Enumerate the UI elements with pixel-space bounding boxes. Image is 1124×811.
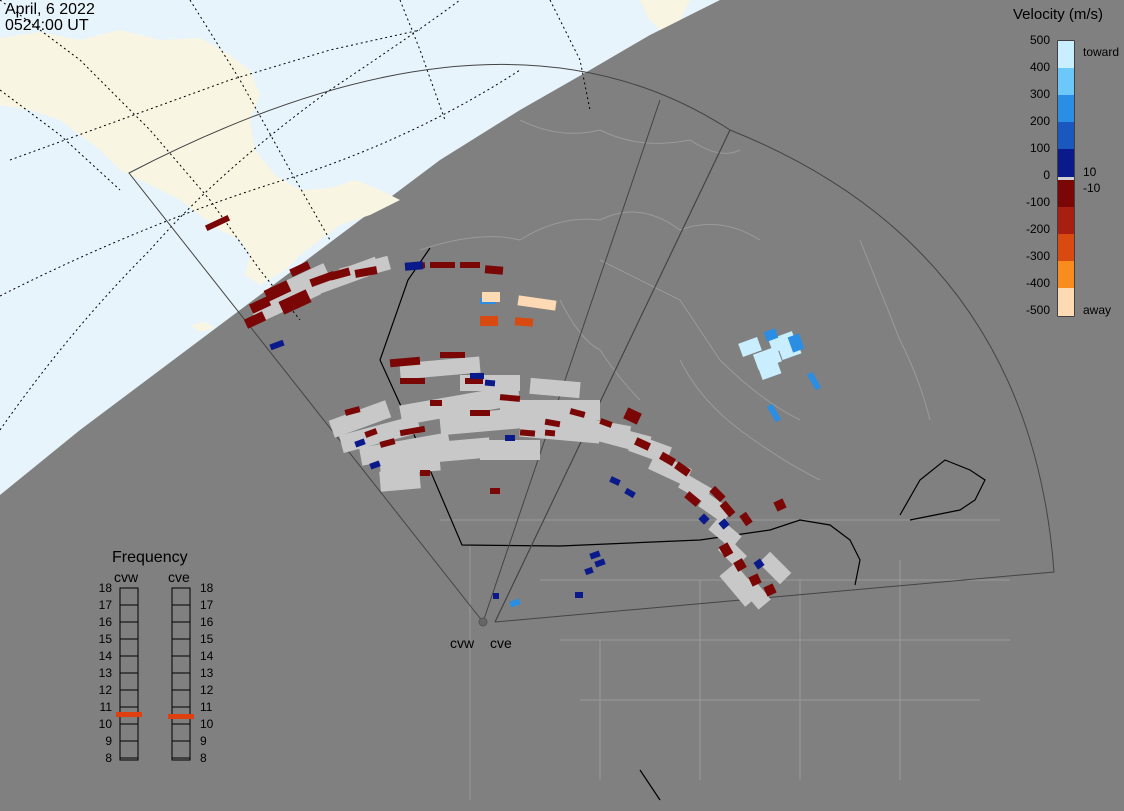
scatter-cell [420, 470, 430, 476]
scatter-cell [589, 550, 601, 560]
cve-frequency-marker [168, 714, 194, 719]
scatter-cell [430, 262, 455, 268]
frequency-tick: 15 [200, 632, 214, 646]
scatter-cell [400, 378, 425, 384]
scatter-cell [480, 440, 540, 460]
frequency-tick: 16 [98, 615, 112, 629]
frequency-tick: 13 [98, 666, 112, 680]
scatter-cell [404, 261, 424, 271]
scatter-cell [514, 317, 534, 327]
scatter-cell [480, 316, 498, 326]
velocity-tick: 200 [1029, 114, 1050, 128]
velocity-tick: 300 [1029, 87, 1050, 101]
scatter-cell [490, 488, 500, 494]
scatter-cell [806, 371, 822, 391]
scatter-cell [493, 593, 499, 599]
frequency-radar-cvw: cvw [114, 569, 139, 585]
velocity-tick: -200 [1025, 222, 1050, 236]
frequency-tick: 18 [98, 581, 112, 595]
velocity-tick: -100 [1025, 195, 1050, 209]
scatter-cell [623, 407, 642, 425]
scatter-cell [430, 400, 442, 406]
threshold-positive-label: 10 [1083, 165, 1097, 179]
scatter-cell [544, 429, 556, 437]
frequency-tick: 10 [98, 717, 112, 731]
away-label: away [1083, 303, 1112, 317]
frequency-tick: 17 [200, 598, 214, 612]
scatter-cell [609, 476, 621, 486]
scatter-cell [575, 592, 583, 598]
radar-map-view: April, 6 2022 0524:00 UT Velocity (m/s) … [0, 0, 1124, 811]
frequency-radar-cve: cve [168, 569, 190, 585]
scatter-cell [484, 265, 504, 275]
velocity-colorbar [1057, 40, 1075, 317]
velocity-tick: -500 [1025, 303, 1050, 317]
scatter-cell [470, 410, 490, 416]
frequency-tick: 13 [200, 666, 214, 680]
frequency-title: Frequency [112, 549, 188, 566]
frequency-tick: 10 [200, 717, 214, 731]
scatter-cell [529, 377, 581, 399]
scatter-cell [739, 511, 753, 527]
frequency-tick: 11 [200, 700, 213, 714]
scatter-cell [460, 262, 480, 268]
frequency-tick: 15 [98, 632, 112, 646]
scatter-cell [269, 339, 285, 351]
time-label: 0524:00 UT [5, 17, 89, 34]
scatter-cell [766, 403, 782, 423]
date-label: April, 6 2022 [5, 1, 95, 18]
frequency-tick: 12 [200, 683, 214, 697]
frequency-tick: 18 [200, 581, 214, 595]
scatter-cell [773, 498, 787, 512]
frequency-tick: 8 [105, 751, 112, 765]
scatter-cell [440, 352, 465, 358]
scatter-cell [698, 513, 710, 525]
scatter-cell [758, 551, 792, 585]
frequency-tick: 17 [98, 598, 112, 612]
frequency-tick: 11 [99, 700, 112, 714]
toward-label: toward [1083, 45, 1120, 59]
map-canvas [0, 0, 1075, 801]
scatter-cell [482, 292, 500, 302]
scatter-cell [505, 435, 515, 441]
frequency-tick: 9 [105, 734, 112, 748]
scatter-cell [500, 400, 600, 420]
velocity-legend-title: Velocity (m/s) [1013, 6, 1104, 23]
velocity-scatter [204, 214, 822, 610]
velocity-tick: 0 [1043, 168, 1050, 182]
radar-site-marker [478, 617, 488, 627]
site-label-cve: cve [490, 635, 512, 651]
frequency-gauges [116, 587, 194, 761]
velocity-tick: -400 [1025, 276, 1050, 290]
threshold-negative-label: -10 [1083, 181, 1101, 195]
frequency-tick: 9 [200, 734, 207, 748]
frequency-tick: 16 [200, 615, 214, 629]
frequency-tick: 12 [98, 683, 112, 697]
borders [379, 247, 986, 801]
frequency-tick: 8 [200, 751, 207, 765]
scatter-cell [594, 558, 606, 568]
frequency-tick: 14 [98, 649, 112, 663]
velocity-tick: 500 [1029, 33, 1050, 47]
scatter-cell [517, 295, 557, 311]
scatter-cell [470, 373, 484, 379]
velocity-tick: -300 [1025, 249, 1050, 263]
scatter-cell [509, 598, 521, 608]
velocity-tick: 400 [1029, 60, 1050, 74]
site-label-cvw: cvw [450, 635, 475, 651]
scatter-cell [624, 487, 636, 499]
scatter-cell [584, 566, 594, 576]
cvw-frequency-marker [116, 712, 142, 717]
velocity-tick: 100 [1029, 141, 1050, 155]
scatter-cell [379, 468, 421, 492]
scatter-cell [484, 379, 496, 387]
frequency-tick: 14 [200, 649, 214, 663]
